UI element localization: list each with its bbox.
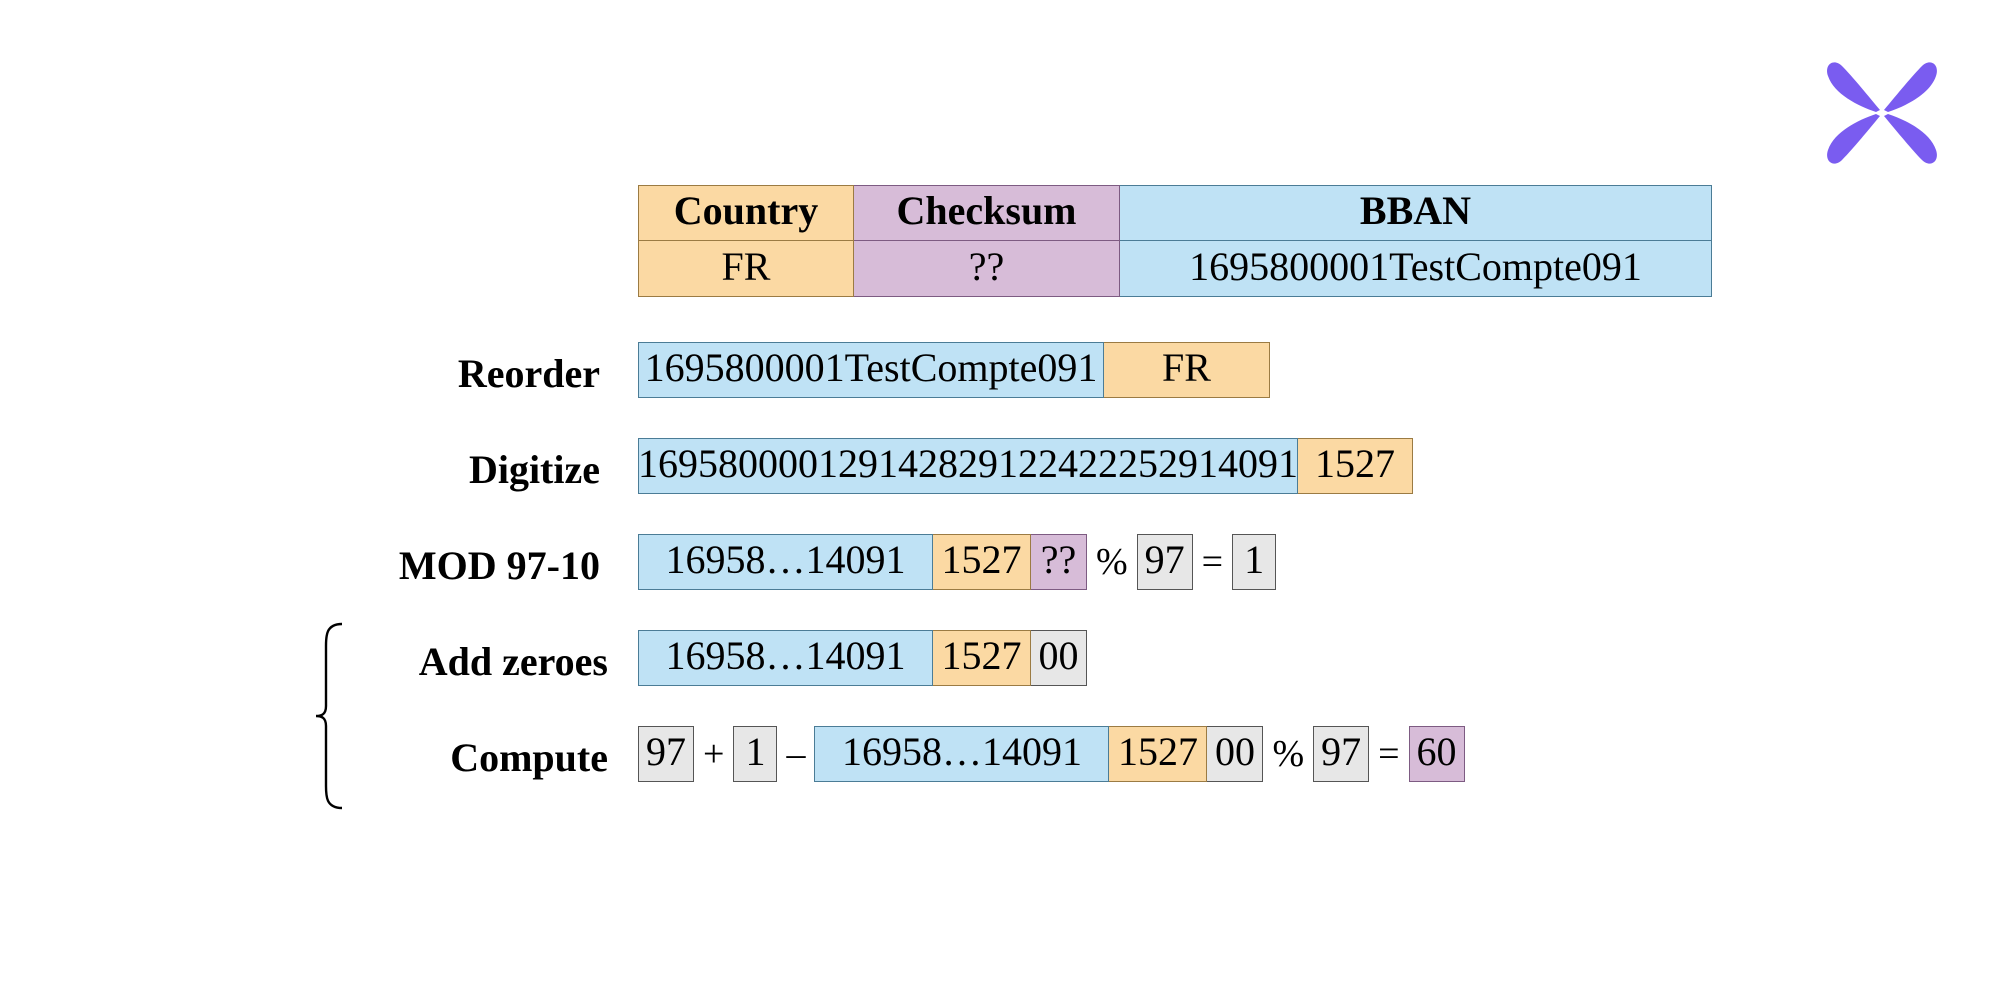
step-row: 1695800001TestCompte091 FR (638, 342, 1270, 398)
table-header-checksum: Checksum (854, 185, 1120, 241)
step-row: 97 +1–16958…14091 1527 00% 97 = 60 (638, 726, 1465, 782)
step-row: 169580000129142829122422252914091 1527 (638, 438, 1413, 494)
table-value-bban: 1695800001TestCompte091 (1120, 241, 1712, 297)
step-row: 16958…14091 1527 00 (638, 630, 1087, 686)
segment-orange: FR (1104, 342, 1270, 398)
step-expression: 97 +1–16958…14091 1527 00% 97 = 60 (638, 726, 1465, 782)
step-label-reorder: Reorder (457, 351, 600, 396)
segment-purple: 60 (1408, 726, 1465, 782)
iban-structure-table: Country Checksum BBAN FR ?? 1695800001Te… (638, 185, 1712, 297)
segment-orange: 1527 (1109, 726, 1208, 782)
segment-purple: ?? (1031, 534, 1087, 590)
segment-blue: 16958…14091 (814, 726, 1110, 782)
table-value-country: FR (638, 241, 854, 297)
operator-symbol: – (786, 733, 806, 775)
segment-blue: 1695800001TestCompte091 (638, 342, 1104, 398)
table-value-checksum: ?? (854, 241, 1120, 297)
table-header-bban: BBAN (1120, 185, 1712, 241)
segment-orange: 1527 (1298, 438, 1413, 494)
step-expression: 16958…14091 1527 00 (638, 630, 1087, 686)
segment-orange: 1527 (933, 630, 1031, 686)
segment-blue: 16958…14091 (638, 630, 933, 686)
butterfly-logo (1822, 58, 1942, 168)
segment-grey: 1 (1232, 534, 1277, 590)
operator-symbol: % (1096, 541, 1128, 583)
table-header-country: Country (638, 185, 854, 241)
segment-orange: 1527 (933, 534, 1031, 590)
step-row: 16958…14091 1527??% 97 = 1 (638, 534, 1277, 590)
step-label-add-zeroes: Add zeroes (418, 639, 608, 684)
table-value-row: FR ?? 1695800001TestCompte091 (638, 241, 1712, 297)
step-label-digitize: Digitize (468, 447, 600, 492)
segment-grey: 1 (733, 726, 778, 782)
step-label-compute: Compute (450, 735, 608, 780)
table-header-row: Country Checksum BBAN (638, 185, 1712, 241)
segment-blue: 16958…14091 (638, 534, 933, 590)
segment-grey: 97 (1136, 534, 1193, 590)
step-expression: 16958…14091 1527??% 97 = 1 (638, 534, 1277, 590)
segment-grey: 00 (1031, 630, 1087, 686)
segment-blue: 169580000129142829122422252914091 (638, 438, 1298, 494)
operator-symbol: = (1201, 541, 1224, 583)
operator-symbol: = (1378, 733, 1400, 775)
step-label-mod-97-10: MOD 97-10 (398, 543, 600, 588)
step-expression: 169580000129142829122422252914091 1527 (638, 438, 1413, 494)
segment-grey: 97 (1313, 726, 1370, 782)
segment-grey: 00 (1207, 726, 1264, 782)
operator-symbol: + (703, 733, 725, 775)
segment-grey: 97 (638, 726, 694, 782)
operator-symbol: % (1272, 733, 1305, 775)
step-expression: 1695800001TestCompte091 FR (638, 342, 1270, 398)
